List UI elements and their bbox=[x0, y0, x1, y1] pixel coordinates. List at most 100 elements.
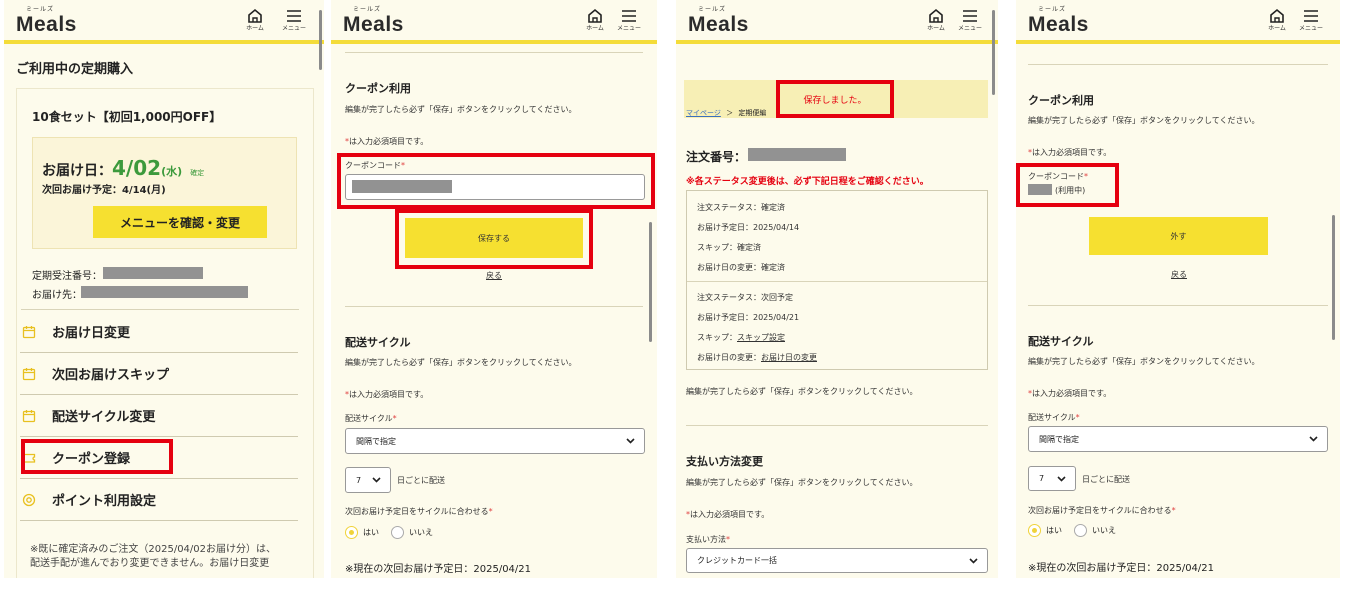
chevron-down-icon bbox=[1057, 475, 1066, 482]
home-button[interactable]: ホーム bbox=[240, 8, 270, 33]
highlight-coupon-register bbox=[21, 439, 173, 474]
menu-label: メニュー bbox=[281, 25, 306, 32]
align-yes-radio[interactable]: はい bbox=[1028, 524, 1062, 537]
menu-item-delivery-date-change[interactable]: お届け日変更 bbox=[20, 311, 298, 353]
menu-button[interactable]: メニュー bbox=[1296, 8, 1326, 33]
payment-section-title: 支払い方法変更 bbox=[686, 455, 763, 468]
home-button[interactable]: ホーム bbox=[921, 8, 951, 33]
remove-coupon-button[interactable]: 外す bbox=[1089, 217, 1268, 255]
site-header: ミールズ Meals ホーム メニュー bbox=[676, 0, 998, 44]
yes-label: はい bbox=[363, 528, 379, 537]
payment-label: 支払い方法* bbox=[686, 534, 730, 545]
redacted-order-number bbox=[748, 148, 846, 161]
logo[interactable]: ミールズ Meals bbox=[343, 6, 404, 36]
site-header: ミールズ Meals ホーム メニュー bbox=[331, 0, 657, 44]
divider bbox=[687, 281, 987, 282]
align-yes-radio[interactable]: はい bbox=[345, 526, 379, 539]
interval-select[interactable]: 7 bbox=[345, 467, 391, 493]
align-label-text: 次回お届け予定日をサイクルに合わせる bbox=[345, 507, 489, 516]
order-number-label: 注文番号： bbox=[686, 150, 747, 164]
menu-button[interactable]: メニュー bbox=[279, 8, 309, 33]
required-note-text: は入力必須項目です。 bbox=[349, 390, 429, 399]
interval-suffix: 日ごとに配送 bbox=[397, 476, 445, 485]
back-link[interactable]: 戻る bbox=[1171, 269, 1187, 280]
breadcrumb: マイページ ＞ 定期便編 bbox=[686, 108, 766, 118]
breadcrumb-separator: ＞ bbox=[726, 109, 734, 117]
chevron-down-icon bbox=[626, 438, 635, 444]
home-icon bbox=[588, 8, 602, 23]
highlight-coupon-input bbox=[337, 153, 655, 209]
current-next-date: ※現在の次回お届け予定日：2025/04/21 bbox=[1028, 563, 1215, 574]
home-label: ホーム bbox=[246, 25, 264, 32]
menu-item-skip-next[interactable]: 次回お届けスキップ bbox=[20, 353, 298, 395]
logo[interactable]: ミールズ Meals bbox=[16, 6, 77, 36]
calendar-icon bbox=[22, 325, 36, 338]
calendar-icon bbox=[22, 409, 36, 422]
block2-date: お届け予定日：2025/04/21 bbox=[697, 313, 800, 322]
align-no-radio[interactable]: いいえ bbox=[1074, 524, 1116, 537]
footer-note-line2: 配送手配が進んでおり変更できません。お届け日変更 bbox=[30, 558, 270, 569]
logo[interactable]: ミールズ Meals bbox=[1028, 6, 1089, 36]
panel-saved-confirmation: ミールズ Meals ホーム メニュー 保存しました。 マイページ ＞ 定期便編… bbox=[676, 0, 998, 578]
panel-coupon-in-use: ミールズ Meals ホーム メニュー クーポン利用 編集が完了したら必ず「保存… bbox=[1016, 0, 1340, 578]
required-mark: * bbox=[1075, 413, 1080, 422]
required-note: *は入力必須項目です。 bbox=[345, 136, 428, 147]
align-no-radio[interactable]: いいえ bbox=[391, 526, 433, 539]
coupon-section-title: クーポン利用 bbox=[1028, 94, 1094, 107]
cycle-required-note: *は入力必須項目です。 bbox=[345, 389, 428, 400]
scrollbar[interactable] bbox=[649, 222, 652, 342]
interval-value: 7 bbox=[356, 475, 362, 485]
cycle-select-value: 間隔で指定 bbox=[1039, 434, 1079, 444]
chevron-down-icon bbox=[372, 477, 381, 483]
menu-item-point-settings[interactable]: ポイント利用設定 bbox=[20, 479, 298, 521]
menu-button[interactable]: メニュー bbox=[614, 8, 644, 33]
menu-label: メニュー bbox=[1298, 25, 1323, 32]
home-button[interactable]: ホーム bbox=[1262, 8, 1292, 33]
order-number-label: 定期受注番号： bbox=[32, 271, 102, 282]
logo[interactable]: ミールズ Meals bbox=[688, 6, 749, 36]
payment-label-text: 支払い方法 bbox=[686, 535, 726, 544]
chevron-down-icon bbox=[1309, 436, 1318, 442]
skip-label: スキップ： bbox=[697, 333, 737, 342]
breadcrumb-mypage[interactable]: マイページ bbox=[686, 109, 721, 117]
panel-subscription-list: ミールズ Meals ホーム メニュー ご利用中の定期購入 10食セット【初回1… bbox=[4, 0, 324, 578]
divider bbox=[345, 306, 643, 307]
back-link[interactable]: 戻る bbox=[486, 270, 502, 281]
divider bbox=[345, 52, 643, 53]
logo-text: Meals bbox=[1028, 13, 1089, 36]
home-icon bbox=[248, 8, 262, 23]
scrollbar[interactable] bbox=[1332, 215, 1335, 340]
payment-select[interactable]: クレジットカード一括 bbox=[686, 548, 988, 573]
block1-status: 注文ステータス：確定済 bbox=[697, 203, 785, 212]
interval-select[interactable]: 7 bbox=[1028, 466, 1076, 491]
delivery-change-link[interactable]: お届け日の変更 bbox=[761, 353, 817, 362]
delivery-box: お届け日： 4/02 (水) 確定 次回お届け予定：4/14(月) メニューを確… bbox=[32, 137, 297, 249]
payment-required-note: *は入力必須項目です。 bbox=[686, 509, 769, 520]
no-label: いいえ bbox=[409, 528, 433, 537]
cycle-select[interactable]: 間隔で指定 bbox=[1028, 426, 1328, 452]
edit-note: 編集が完了したら必ず「保存」ボタンをクリックしてください。 bbox=[686, 387, 918, 396]
edit-note: 編集が完了したら必ず「保存」ボタンをクリックしてください。 bbox=[1028, 116, 1260, 125]
skip-settings-link[interactable]: スキップ設定 bbox=[737, 333, 785, 342]
payment-edit-note: 編集が完了したら必ず「保存」ボタンをクリックしてください。 bbox=[686, 478, 918, 487]
home-button[interactable]: ホーム bbox=[580, 8, 610, 33]
scrollbar[interactable] bbox=[992, 10, 995, 95]
scrollbar[interactable] bbox=[319, 10, 322, 70]
menu-button[interactable]: メニュー bbox=[955, 8, 985, 33]
menu-item-label: 次回お届けスキップ bbox=[52, 368, 170, 383]
home-label: ホーム bbox=[586, 25, 604, 32]
redacted-order-number bbox=[103, 267, 203, 279]
logo-text: Meals bbox=[16, 13, 77, 36]
menu-confirm-button[interactable]: メニューを確認・変更 bbox=[93, 206, 267, 238]
cycle-label-text: 配送サイクル bbox=[345, 414, 393, 423]
chevron-down-icon bbox=[969, 557, 978, 564]
radio-unselected-icon bbox=[1074, 524, 1087, 537]
cycle-edit-note: 編集が完了したら必ず「保存」ボタンをクリックしてください。 bbox=[345, 358, 577, 367]
menu-item-label: お届け日変更 bbox=[52, 326, 131, 341]
menu-item-cycle-change[interactable]: 配送サイクル変更 bbox=[20, 395, 298, 437]
cycle-select[interactable]: 間隔で指定 bbox=[345, 428, 645, 454]
redacted-address bbox=[81, 286, 248, 298]
interval-suffix: 日ごとに配送 bbox=[1082, 475, 1130, 484]
block2-change: お届け日の変更：お届け日の変更 bbox=[697, 352, 817, 363]
current-next-date: ※現在の次回お届け予定日：2025/04/21 bbox=[345, 564, 532, 575]
